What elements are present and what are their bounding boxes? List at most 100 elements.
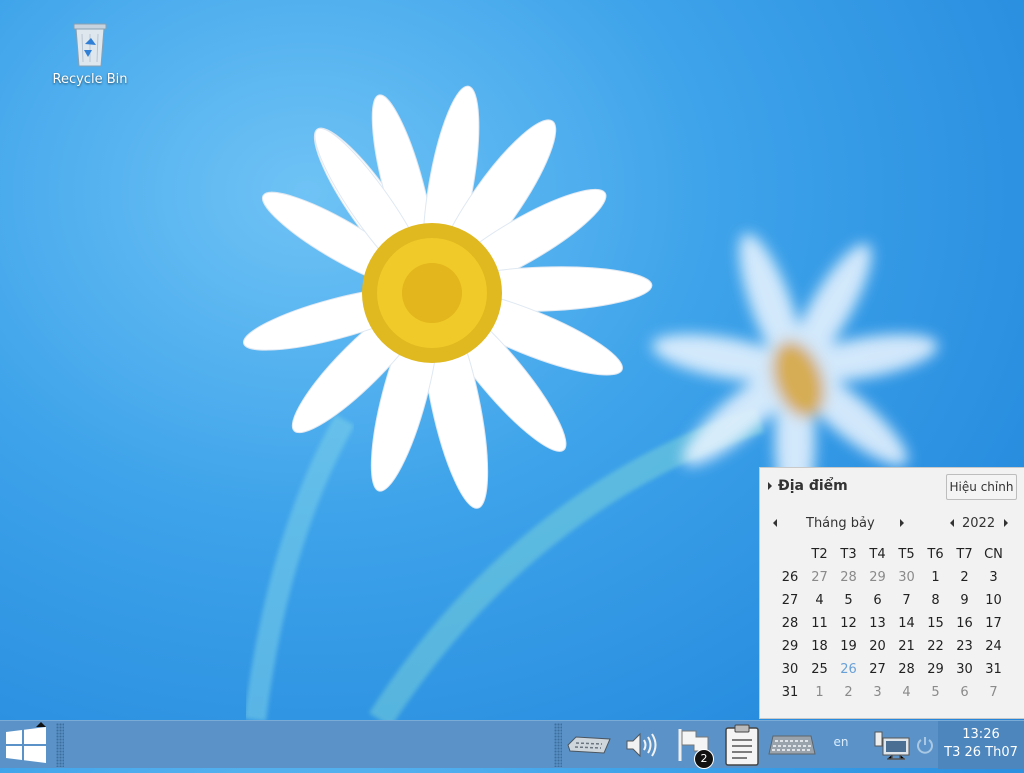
- week-number: 30: [781, 662, 799, 677]
- calendar-day[interactable]: 24: [979, 635, 1008, 658]
- desktop-icon-recycle-bin[interactable]: Recycle Bin: [48, 20, 132, 87]
- calendar-day[interactable]: 31: [979, 658, 1008, 681]
- clock-date: T3 26 Th07: [944, 745, 1018, 760]
- week-number-header: [775, 543, 805, 566]
- calendar-day[interactable]: 18: [805, 635, 834, 658]
- calendar-week-row: 30 25 26 27 28 29 30 31: [775, 658, 1008, 681]
- recycle-bin-icon: [73, 23, 107, 67]
- edit-button[interactable]: Hiệu chỉnh: [946, 474, 1017, 500]
- calendar-day[interactable]: 2: [950, 566, 979, 589]
- expand-arrow-icon: [768, 482, 772, 490]
- start-button[interactable]: [0, 721, 54, 769]
- calendar-day[interactable]: 10: [979, 589, 1008, 612]
- keyboard-icon: [567, 736, 611, 754]
- calendar-day[interactable]: 13: [863, 612, 892, 635]
- volume-tray[interactable]: [622, 725, 660, 765]
- week-number: 28: [781, 616, 799, 631]
- calendar-day[interactable]: 9: [950, 589, 979, 612]
- weekday-header: T5: [898, 547, 915, 562]
- calendar-day[interactable]: 20: [863, 635, 892, 658]
- calendar-day[interactable]: 15: [921, 612, 950, 635]
- month-year-navigation: Tháng bảy 2022: [760, 515, 1024, 533]
- calendar-day[interactable]: 4: [805, 589, 834, 612]
- week-number: 26: [781, 570, 799, 585]
- locations-expander[interactable]: Địa điểm: [768, 478, 848, 494]
- calendar-day[interactable]: 22: [921, 635, 950, 658]
- calendar-day[interactable]: 11: [805, 612, 834, 635]
- calendar-week-row: 28 11 12 13 14 15 16 17: [775, 612, 1008, 635]
- calendar-day[interactable]: 29: [921, 658, 950, 681]
- calendar-day[interactable]: 29: [863, 566, 892, 589]
- notification-count-badge: 2: [694, 749, 714, 769]
- calendar-day-today[interactable]: 26: [834, 658, 863, 681]
- tray-grip[interactable]: [554, 723, 562, 767]
- calendar-day[interactable]: 28: [834, 566, 863, 589]
- weekday-header: T7: [956, 547, 973, 562]
- calendar-day[interactable]: 19: [834, 635, 863, 658]
- week-number: 31: [781, 685, 799, 700]
- calendar-day[interactable]: 25: [805, 658, 834, 681]
- calendar-day[interactable]: 7: [979, 681, 1008, 704]
- calendar-day[interactable]: 27: [863, 658, 892, 681]
- calendar-week-row: 31 1 2 3 4 5 6 7: [775, 681, 1008, 704]
- calendar-day[interactable]: 23: [950, 635, 979, 658]
- calendar-day[interactable]: 2: [834, 681, 863, 704]
- clock[interactable]: 13:26 T3 26 Th07: [938, 721, 1024, 769]
- calendar-day[interactable]: 7: [892, 589, 921, 612]
- calendar-popup: Địa điểm Hiệu chỉnh Tháng bảy 2022 T2 T3…: [759, 467, 1024, 719]
- month-label: Tháng bảy: [806, 516, 875, 531]
- taskbar-grip[interactable]: [56, 723, 64, 767]
- calendar-day[interactable]: 17: [979, 612, 1008, 635]
- virtual-keyboard-tray[interactable]: [766, 725, 818, 765]
- calendar-week-row: 27 4 5 6 7 8 9 10: [775, 589, 1008, 612]
- calendar-day[interactable]: 4: [892, 681, 921, 704]
- power-icon: [917, 737, 933, 754]
- calendar-week-row: 26 27 28 29 30 1 2 3: [775, 566, 1008, 589]
- volume-icon: [626, 732, 657, 758]
- clock-time: 13:26: [962, 727, 1000, 742]
- desktop-icon-label: Recycle Bin: [52, 72, 128, 87]
- weekday-header: T2: [811, 547, 828, 562]
- locations-label: Địa điểm: [778, 478, 848, 494]
- power-tray[interactable]: [914, 725, 936, 765]
- clipboard-tray[interactable]: [720, 724, 764, 766]
- previous-month-icon[interactable]: [773, 519, 777, 527]
- windows-logo-icon: [6, 722, 46, 763]
- year-label: 2022: [962, 516, 996, 531]
- calendar-day[interactable]: 1: [805, 681, 834, 704]
- calendar-day[interactable]: 30: [892, 566, 921, 589]
- weekday-header-row: T2 T3 T4 T5 T6 T7 CN: [775, 543, 1008, 566]
- taskbar: 2 en 13:26 T3 26 Th07: [0, 720, 1024, 769]
- next-year-icon[interactable]: [1004, 519, 1008, 527]
- language-indicator[interactable]: en: [826, 735, 856, 749]
- network-icon: [874, 731, 910, 760]
- calendar-day[interactable]: 21: [892, 635, 921, 658]
- calendar-day[interactable]: 14: [892, 612, 921, 635]
- week-number: 29: [781, 639, 799, 654]
- calendar-day[interactable]: 8: [921, 589, 950, 612]
- weekday-header: T4: [869, 547, 886, 562]
- calendar-day[interactable]: 1: [921, 566, 950, 589]
- calendar-day[interactable]: 6: [950, 681, 979, 704]
- previous-year-icon[interactable]: [950, 519, 954, 527]
- calendar-day[interactable]: 12: [834, 612, 863, 635]
- clipboard-icon: [725, 724, 759, 766]
- calendar-day[interactable]: 5: [921, 681, 950, 704]
- weekday-header: T3: [840, 547, 857, 562]
- calendar-day[interactable]: 3: [979, 566, 1008, 589]
- next-month-icon[interactable]: [900, 519, 904, 527]
- calendar-grid: T2 T3 T4 T5 T6 T7 CN 26 27 28 29 30 1 2 …: [775, 543, 1008, 704]
- calendar-day[interactable]: 6: [863, 589, 892, 612]
- calendar-day[interactable]: 16: [950, 612, 979, 635]
- calendar-day[interactable]: 3: [863, 681, 892, 704]
- virtual-keyboard-icon: [768, 735, 816, 755]
- keyboard-layout-tray[interactable]: [565, 725, 613, 765]
- calendar-day[interactable]: 28: [892, 658, 921, 681]
- calendar-day[interactable]: 30: [950, 658, 979, 681]
- week-number: 27: [781, 593, 799, 608]
- weekday-header: CN: [984, 547, 1003, 562]
- calendar-week-row: 29 18 19 20 21 22 23 24: [775, 635, 1008, 658]
- network-tray[interactable]: [872, 725, 912, 765]
- calendar-day[interactable]: 27: [805, 566, 834, 589]
- calendar-day[interactable]: 5: [834, 589, 863, 612]
